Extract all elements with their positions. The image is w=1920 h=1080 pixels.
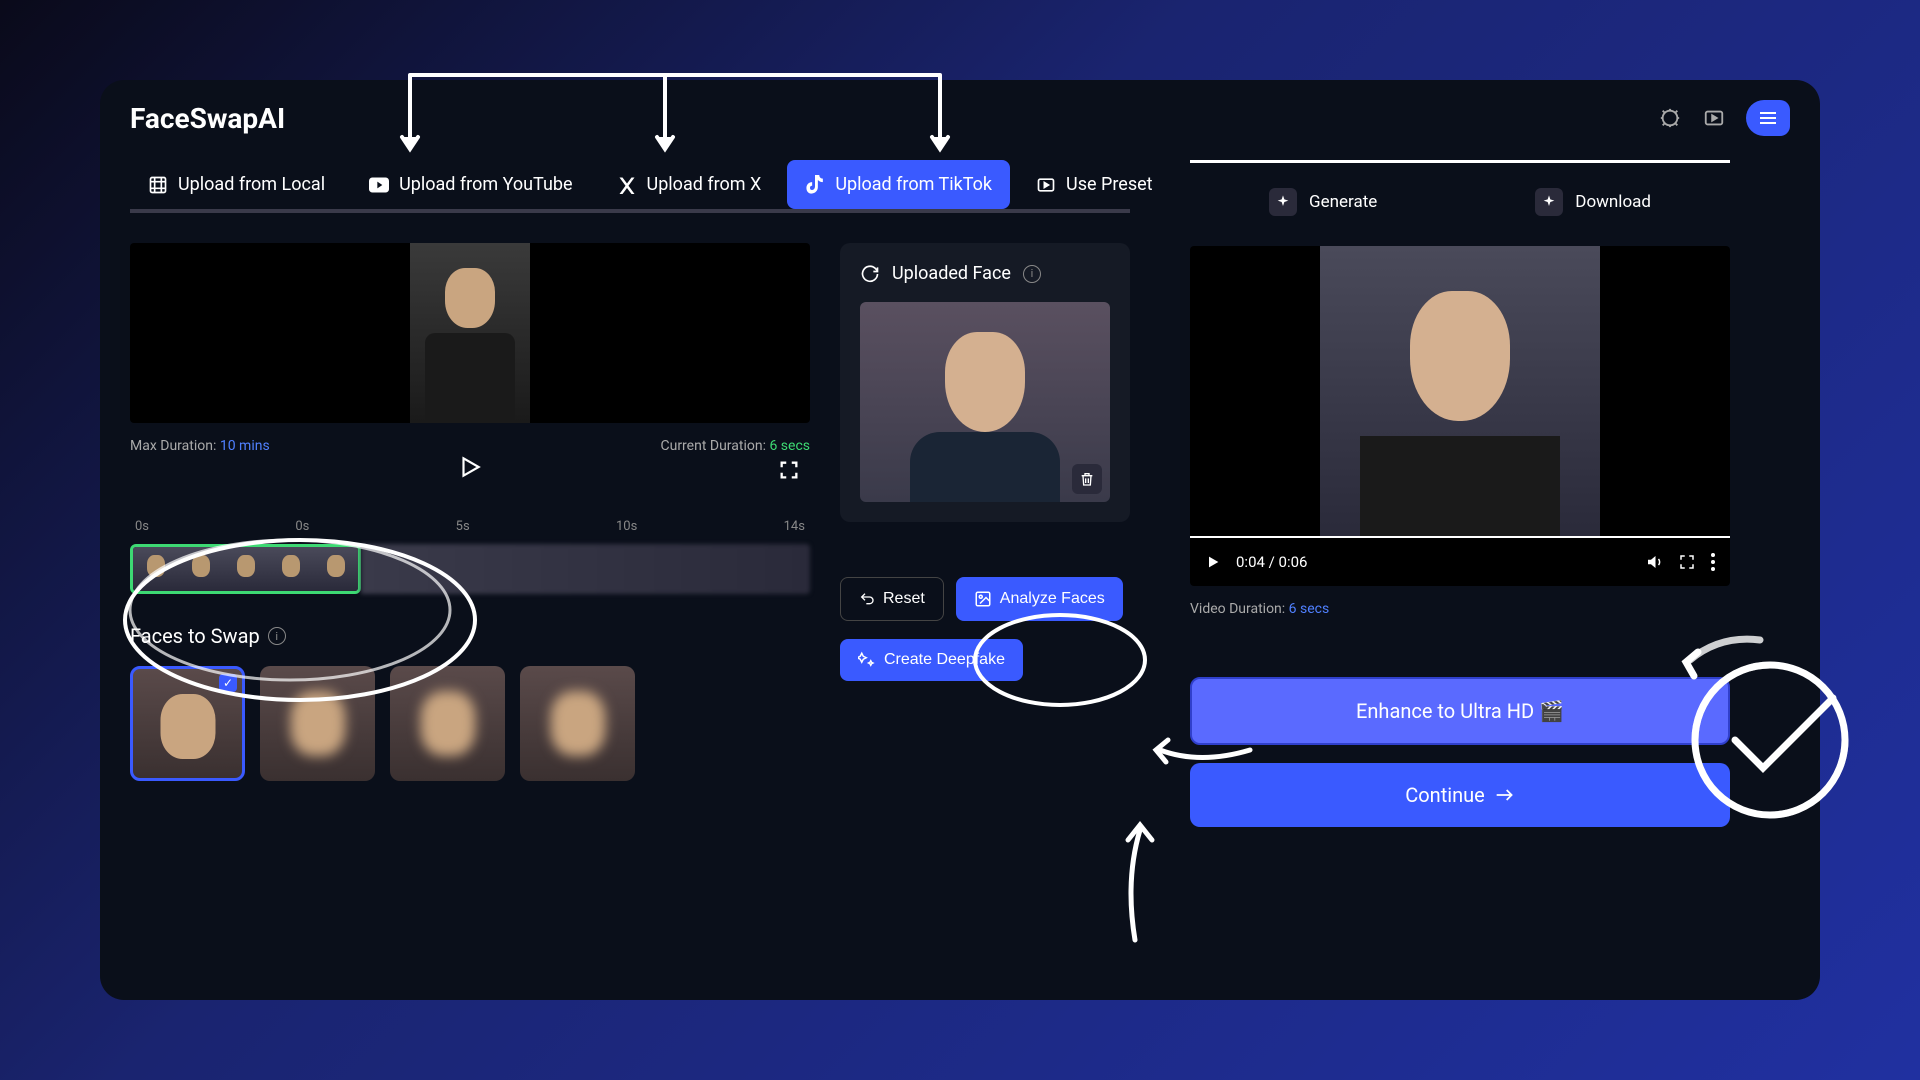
delete-button[interactable] xyxy=(1072,464,1102,494)
timeline-ticks: 0s 0s 5s 10s 14s xyxy=(130,519,810,534)
fullscreen-icon[interactable] xyxy=(1678,553,1696,571)
sparkle-icon xyxy=(1269,188,1297,216)
tab-tiktok[interactable]: Upload from TikTok xyxy=(787,160,1010,209)
play-button[interactable] xyxy=(457,454,483,480)
more-icon[interactable] xyxy=(1711,553,1715,571)
info-icon[interactable]: i xyxy=(268,627,286,645)
info-icon[interactable]: i xyxy=(1023,265,1041,283)
timeline[interactable] xyxy=(130,544,810,594)
result-video-frame xyxy=(1320,246,1600,536)
face-thumb-3[interactable] xyxy=(390,666,505,781)
tab-label: Upload from Local xyxy=(178,174,325,195)
fullscreen-button[interactable] xyxy=(778,459,800,481)
timeline-selection[interactable] xyxy=(130,544,361,594)
download-tab[interactable]: Download xyxy=(1535,188,1651,216)
tab-x[interactable]: Upload from X xyxy=(599,160,780,209)
tab-youtube[interactable]: Upload from YouTube xyxy=(351,160,590,209)
uploaded-face-label: Uploaded Face xyxy=(892,263,1011,284)
faces-to-swap-title: Faces to Swap i xyxy=(130,624,810,648)
sparkle-icon xyxy=(1535,188,1563,216)
youtube-icon xyxy=(369,175,389,195)
current-duration: Current Duration: 6 secs xyxy=(660,438,810,454)
logo: FaceSwapAI xyxy=(130,102,285,135)
enhance-button[interactable]: Enhance to Ultra HD 🎬 xyxy=(1190,677,1730,745)
film-icon xyxy=(148,175,168,195)
x-icon xyxy=(617,175,637,195)
face-thumb-4[interactable] xyxy=(520,666,635,781)
uploaded-face-card: Uploaded Face i xyxy=(840,243,1130,522)
refresh-icon[interactable] xyxy=(860,264,880,284)
video-time: 0:04 / 0:06 xyxy=(1236,553,1307,571)
continue-button[interactable]: Continue xyxy=(1190,763,1730,827)
generate-tab[interactable]: Generate xyxy=(1269,188,1377,216)
tab-label: Upload from YouTube xyxy=(399,174,572,195)
preset-icon xyxy=(1036,175,1056,195)
tab-preset[interactable]: Use Preset xyxy=(1018,160,1171,209)
source-video-preview[interactable] xyxy=(130,243,810,423)
upload-tabs: Upload from Local Upload from YouTube Up… xyxy=(130,160,1130,213)
tiktok-icon xyxy=(805,175,825,195)
bug-icon[interactable] xyxy=(1658,106,1682,130)
result-video-duration: Video Duration: 6 secs xyxy=(1190,601,1730,617)
menu-button[interactable] xyxy=(1746,100,1790,136)
tab-local[interactable]: Upload from Local xyxy=(130,160,343,209)
volume-icon[interactable] xyxy=(1645,553,1663,571)
face-thumb-1[interactable] xyxy=(130,666,245,781)
result-video[interactable]: 0:04 / 0:06 xyxy=(1190,246,1730,586)
tab-label: Upload from X xyxy=(647,174,762,195)
reset-button[interactable]: Reset xyxy=(840,577,944,621)
tab-label: Upload from TikTok xyxy=(835,174,992,195)
timeline-unselected[interactable] xyxy=(361,544,810,594)
video-thumbnail xyxy=(410,243,530,423)
tab-label: Use Preset xyxy=(1066,174,1153,195)
play-button[interactable] xyxy=(1205,554,1221,570)
max-duration: Max Duration: 10 mins xyxy=(130,438,270,454)
face-thumb-2[interactable] xyxy=(260,666,375,781)
analyze-faces-button[interactable]: Analyze Faces xyxy=(956,577,1123,621)
create-deepfake-button[interactable]: Create Deepfake xyxy=(840,639,1023,681)
video-icon[interactable] xyxy=(1702,106,1726,130)
video-controls: 0:04 / 0:06 xyxy=(1190,536,1730,586)
